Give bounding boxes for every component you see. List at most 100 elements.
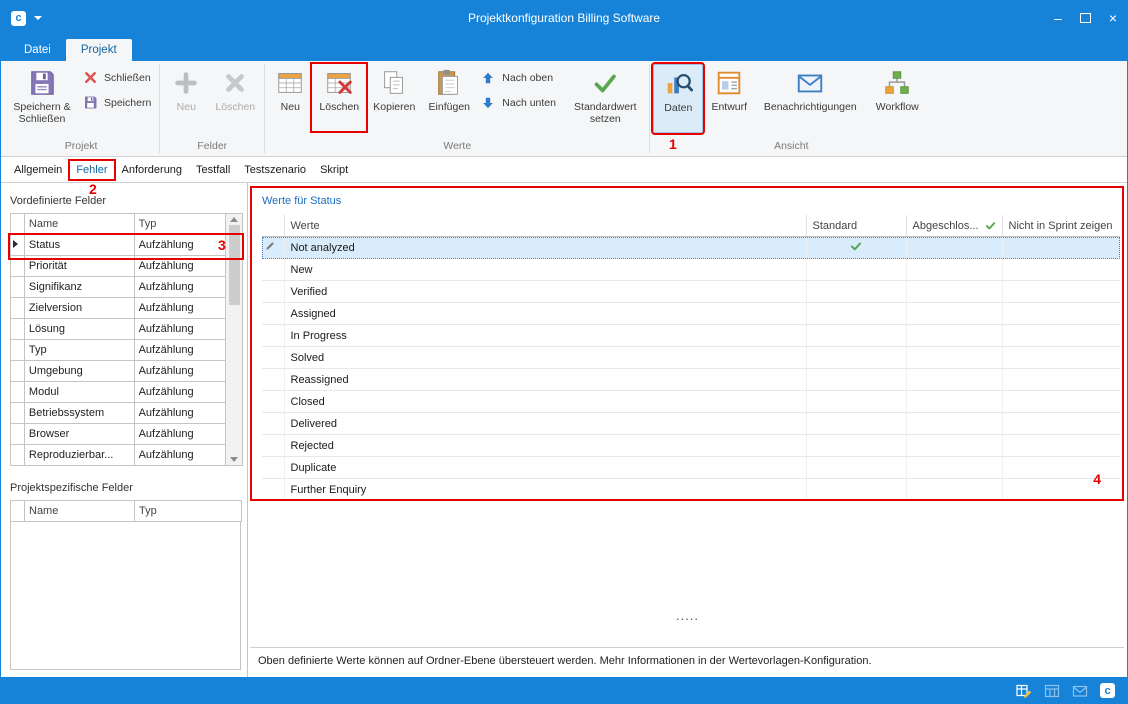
- save-close-icon: [27, 67, 57, 99]
- move-down-label: Nach unten: [502, 97, 556, 109]
- window-title: Projektkonfiguration Billing Software: [1, 11, 1127, 25]
- selected-row-marker-icon: [13, 240, 18, 248]
- scroll-up-icon[interactable]: [230, 217, 238, 222]
- value-row[interactable]: Further Enquiry: [262, 479, 1120, 501]
- value-row[interactable]: Solved: [262, 347, 1120, 369]
- save-button[interactable]: Speichern: [78, 91, 156, 114]
- column-header-typ[interactable]: Typ: [135, 501, 242, 522]
- value-delete-button[interactable]: Löschen: [312, 64, 366, 131]
- tab-testfall[interactable]: Testfall: [190, 161, 236, 179]
- field-row[interactable]: TypAufzählung: [11, 340, 226, 361]
- tab-anforderung[interactable]: Anforderung: [116, 161, 189, 179]
- field-row[interactable]: LösungAufzählung: [11, 319, 226, 340]
- splitter-handle[interactable]: .....: [248, 611, 1127, 621]
- arrow-down-icon: [481, 95, 497, 111]
- save-and-close-button[interactable]: Speichern & Schließen: [6, 64, 78, 131]
- value-delete-label: Löschen: [319, 101, 359, 113]
- statusbar: c: [1, 677, 1127, 704]
- document-tab-bar: Allgemein Fehler Anforderung Testfall Te…: [1, 157, 1127, 183]
- ribbon-tab-projekt[interactable]: Projekt: [66, 39, 132, 61]
- table-delete-icon: [324, 67, 354, 99]
- fields-scrollbar[interactable]: [226, 213, 243, 466]
- field-row[interactable]: Reproduzierbar...Aufzählung: [11, 445, 226, 466]
- statusbar-grid-edit-icon[interactable]: [1016, 683, 1032, 699]
- statusbar-table-icon[interactable]: [1044, 683, 1060, 699]
- field-row[interactable]: BrowserAufzählung: [11, 424, 226, 445]
- column-header-abgeschlossen[interactable]: Abgeschlos...: [906, 215, 1002, 237]
- column-header-werte[interactable]: Werte: [284, 215, 806, 237]
- value-row[interactable]: New: [262, 259, 1120, 281]
- maximize-button[interactable]: [1080, 11, 1091, 25]
- field-delete-label: Löschen: [215, 101, 255, 113]
- group-label-felder: Felder: [163, 139, 261, 156]
- move-down-button[interactable]: Nach unten: [476, 91, 564, 114]
- value-row[interactable]: Assigned: [262, 303, 1120, 325]
- envelope-icon: [795, 67, 825, 99]
- paste-icon: [434, 67, 464, 99]
- statusbar-envelope-icon[interactable]: [1072, 683, 1088, 699]
- set-default-label: Standardwert setzen: [566, 101, 644, 125]
- field-row[interactable]: ModulAufzählung: [11, 382, 226, 403]
- statusbar-app-logo-icon[interactable]: c: [1100, 683, 1115, 698]
- group-label-projekt: Projekt: [6, 139, 156, 156]
- field-new-label: Neu: [177, 101, 196, 113]
- value-row-selected[interactable]: Not analyzed: [262, 237, 1120, 259]
- column-header-name[interactable]: Name: [25, 501, 135, 522]
- value-row[interactable]: Verified: [262, 281, 1120, 303]
- field-row-status[interactable]: Status Aufzählung: [11, 235, 226, 256]
- fields-panel: Vordefinierte Felder Name Typ: [1, 183, 248, 677]
- row-indicator-header: [262, 215, 284, 237]
- close-project-button[interactable]: Schließen: [78, 66, 156, 89]
- daten-label: Daten: [664, 102, 692, 114]
- tab-allgemein[interactable]: Allgemein: [8, 161, 68, 179]
- column-header-standard[interactable]: Standard: [806, 215, 906, 237]
- tab-fehler[interactable]: Fehler: [70, 161, 113, 179]
- ribbon-group-werte: Neu Löschen Kopieren: [265, 61, 649, 156]
- project-specific-fields-empty-area[interactable]: [10, 522, 241, 670]
- tab-testszenario[interactable]: Testszenario: [238, 161, 312, 179]
- workflow-button[interactable]: Workflow: [865, 64, 929, 131]
- value-row[interactable]: Rejected: [262, 435, 1120, 457]
- scroll-down-icon[interactable]: [230, 457, 238, 462]
- column-header-typ[interactable]: Typ: [134, 214, 225, 235]
- move-up-button[interactable]: Nach oben: [476, 66, 564, 89]
- value-row[interactable]: In Progress: [262, 325, 1120, 347]
- values-panel: Werte für Status Werte Standard Abgeschl…: [248, 183, 1127, 677]
- entwurf-button[interactable]: Entwurf: [703, 64, 755, 131]
- column-header-name[interactable]: Name: [24, 214, 134, 235]
- ribbon-tab-datei[interactable]: Datei: [9, 39, 66, 61]
- close-red-icon: [83, 70, 99, 86]
- value-row[interactable]: Delivered: [262, 413, 1120, 435]
- tab-skript[interactable]: Skript: [314, 161, 354, 179]
- column-header-sprint[interactable]: Nicht in Sprint zeigen: [1002, 215, 1120, 237]
- value-row[interactable]: Closed: [262, 391, 1120, 413]
- field-row[interactable]: ZielversionAufzählung: [11, 298, 226, 319]
- footer-note: Oben definierte Werte können auf Ordner-…: [250, 647, 1124, 667]
- scrollbar-thumb[interactable]: [229, 225, 240, 305]
- quick-access-chevron-icon[interactable]: [34, 16, 42, 20]
- field-new-button: Neu: [163, 64, 209, 131]
- benachrichtigungen-button[interactable]: Benachrichtigungen: [755, 64, 865, 131]
- move-up-label: Nach oben: [502, 72, 553, 84]
- design-window-icon: [714, 67, 744, 99]
- close-project-label: Schließen: [104, 72, 151, 84]
- value-new-button[interactable]: Neu: [268, 64, 312, 131]
- field-row[interactable]: BetriebssystemAufzählung: [11, 403, 226, 424]
- minimize-button[interactable]: –: [1054, 11, 1062, 25]
- value-row[interactable]: Reassigned: [262, 369, 1120, 391]
- field-row[interactable]: PrioritätAufzählung: [11, 256, 226, 277]
- group-label-ansicht: Ansicht: [653, 139, 929, 156]
- field-row[interactable]: SignifikanzAufzählung: [11, 277, 226, 298]
- ribbon-group-projekt: Speichern & Schließen Schließen Speicher…: [3, 61, 159, 156]
- paste-button[interactable]: Einfügen: [422, 64, 476, 131]
- daten-button[interactable]: Daten: [653, 64, 703, 133]
- standard-check-icon: [850, 240, 862, 252]
- set-default-button[interactable]: Standardwert setzen: [564, 64, 646, 131]
- field-row[interactable]: UmgebungAufzählung: [11, 361, 226, 382]
- project-specific-fields-title: Projektspezifische Felder: [10, 482, 247, 494]
- row-indicator-header: [11, 501, 25, 522]
- ribbon: Speichern & Schließen Schließen Speicher…: [1, 61, 1127, 157]
- close-button[interactable]: ×: [1109, 11, 1117, 25]
- copy-button[interactable]: Kopieren: [366, 64, 422, 131]
- value-row[interactable]: Duplicate: [262, 457, 1120, 479]
